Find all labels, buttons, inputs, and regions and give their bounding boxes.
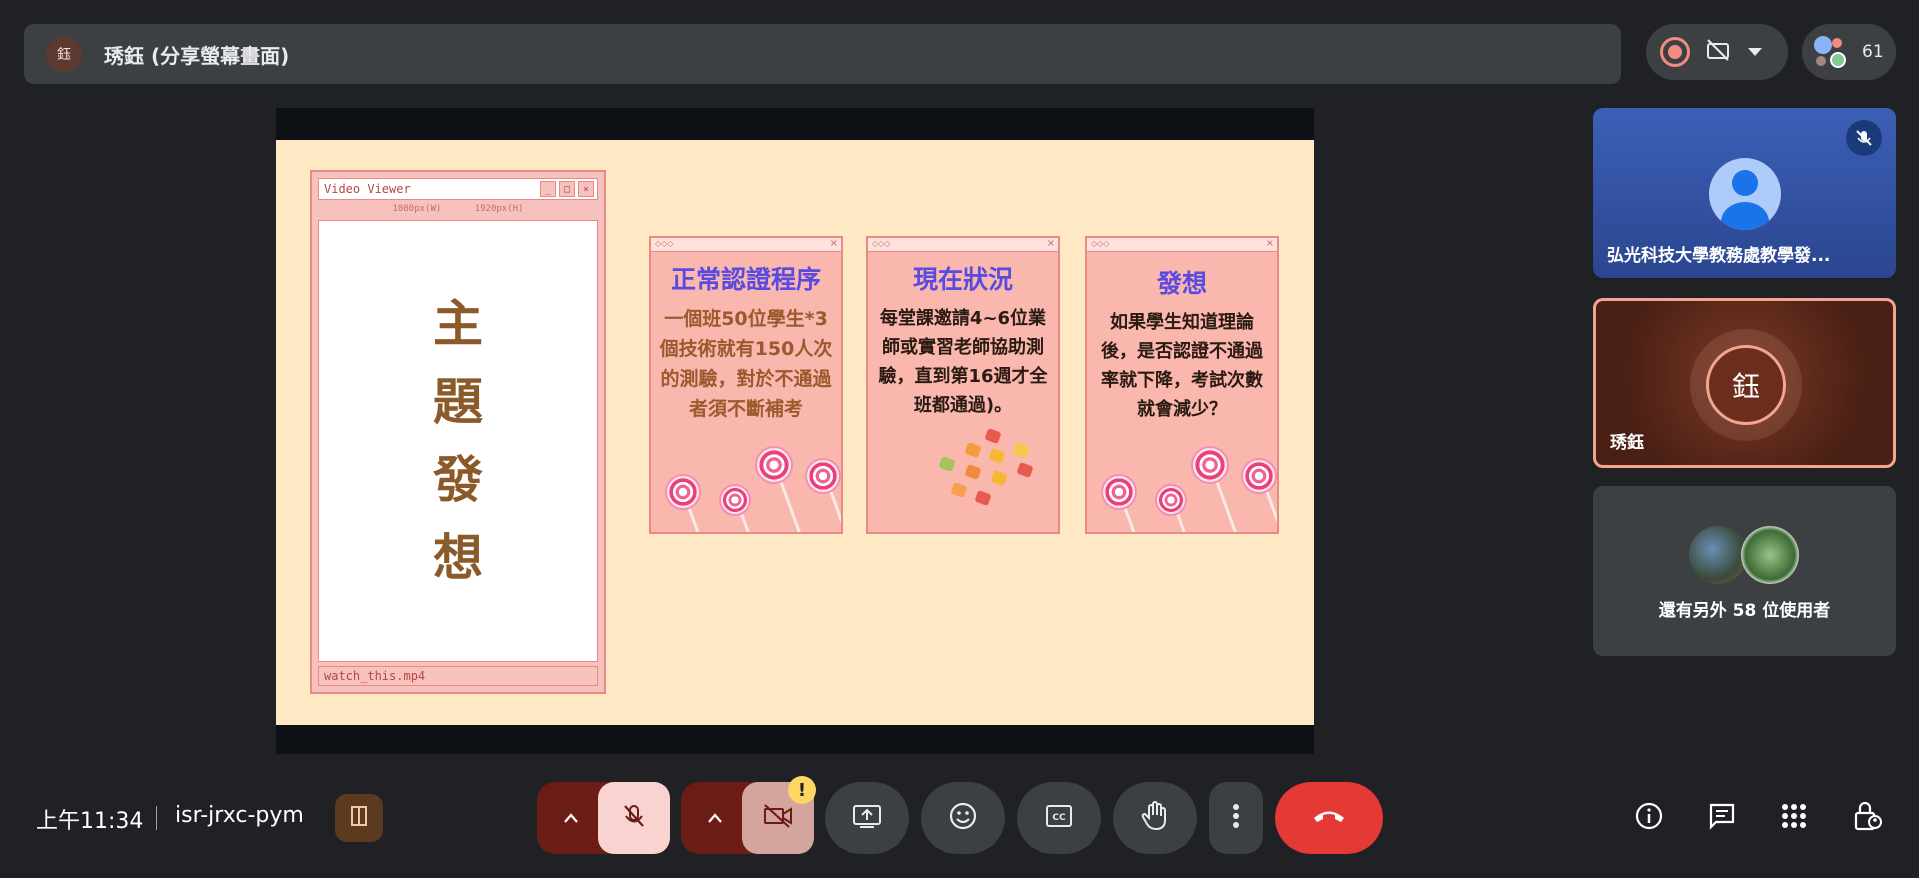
lollipop-icon (1155, 484, 1187, 516)
lollipop-icon (1241, 458, 1277, 494)
card-title: 發想 (1156, 269, 1207, 298)
hand-icon (1140, 800, 1170, 836)
presenter-bar: 鈺 琇鈺 (分享螢幕畫面) (24, 24, 1621, 84)
card-idea: ◇◇◇ 發想 如果學生知道理論後，是否認證不通過率就下降，考試次數就會減少？ (1085, 236, 1279, 534)
viewer-screen: 主 題 發 想 (318, 220, 598, 662)
chat-button[interactable] (1700, 796, 1744, 840)
presenter-label: 琇鈺 (分享螢幕畫面) (104, 43, 290, 68)
meeting-details-button[interactable] (1627, 796, 1671, 840)
other-avatars (1689, 526, 1801, 586)
record-icon[interactable] (1660, 37, 1690, 67)
mic-off-icon (1846, 120, 1882, 156)
chevron-down-icon[interactable] (1746, 43, 1764, 62)
lollipop-icon (1191, 446, 1229, 484)
camera-warning-badge: ! (788, 776, 816, 804)
meet-window: 鈺 琇鈺 (分享螢幕畫面) 61 Video Viewer _ □ × 1080… (0, 0, 1919, 878)
mic-off-icon (619, 801, 649, 835)
card-titlebar: ◇◇◇ (868, 238, 1058, 252)
participants-icon (1812, 34, 1848, 70)
lollipop-icon (719, 484, 751, 516)
participant-tile-host[interactable]: 弘光科技大學教務處教學發... (1593, 108, 1896, 278)
other-participants-tile[interactable]: 還有另外 58 位使用者 (1593, 486, 1896, 656)
avatar (1689, 526, 1747, 584)
theme-char: 發 (433, 450, 483, 509)
host-controls-button[interactable] (1845, 796, 1889, 840)
present-icon (851, 802, 883, 834)
activities-button[interactable] (1772, 796, 1816, 840)
meeting-clock: 上午11:34 (36, 809, 144, 834)
participant-count: 61 (1862, 42, 1884, 62)
apps-grid-icon (1780, 802, 1808, 834)
reactions-button[interactable] (921, 782, 1005, 854)
participant-name: 弘光科技大學教務處教學發... (1607, 246, 1831, 266)
hang-up-icon (1311, 807, 1347, 829)
mic-control-group (537, 782, 670, 854)
viewer-filename: watch_this.mp4 (318, 666, 598, 686)
divider (156, 806, 157, 830)
person-avatar-icon (1709, 158, 1781, 230)
leave-call-button[interactable] (1275, 782, 1383, 854)
speaking-indicator: 鈺 (1690, 329, 1802, 441)
door-icon (347, 804, 371, 832)
camera-options-button[interactable] (681, 782, 749, 854)
card-body: 如果學生知道理論後，是否認證不通過率就下降，考試次數就會減少？ (1101, 312, 1263, 420)
emoji-icon (948, 801, 978, 835)
card-titlebar: ◇◇◇ (651, 238, 841, 252)
window-buttons: _ □ × (540, 181, 594, 197)
more-options-button[interactable] (1209, 782, 1263, 854)
maximize-icon: □ (559, 181, 575, 197)
card-title: 正常認證程序 (670, 265, 821, 294)
theme-char: 主 (433, 294, 483, 353)
viewer-dimensions: 1080px(W) 1920px(H) (392, 204, 524, 214)
info-icon (1634, 801, 1664, 835)
lollipop-icon (665, 474, 701, 510)
minimize-icon: _ (540, 181, 556, 197)
lollipop-icon (805, 458, 841, 494)
participant-tile-self[interactable]: 鈺 琇鈺 (1593, 298, 1896, 468)
lollipop-icon (755, 446, 793, 484)
recording-controls[interactable] (1646, 24, 1788, 80)
video-viewer-window: Video Viewer _ □ × 1080px(W) 1920px(H) 主… (310, 170, 606, 694)
no-camera-icon[interactable] (1704, 36, 1732, 68)
mic-options-button[interactable] (537, 782, 605, 854)
captions-icon: CC (1044, 803, 1074, 833)
theme-char: 想 (433, 528, 483, 587)
card-body: 每堂課邀請4~6位業師或實習老師協助測驗，直到第16週才全班都通過)。 (878, 308, 1048, 416)
others-count-label: 還有另外 58 位使用者 (1658, 601, 1831, 621)
viewer-title: Video Viewer (324, 182, 411, 196)
lock-person-icon (1852, 800, 1882, 836)
meeting-code: isr-jrxc-pym (175, 803, 304, 828)
captions-button[interactable]: CC (1017, 782, 1101, 854)
card-title: 現在狀況 (912, 265, 1013, 294)
raise-hand-button[interactable] (1113, 782, 1197, 854)
card-normal-process: ◇◇◇ 正常認證程序 一個班50位學生*3個技術就有150人次的測驗，對於不通過… (649, 236, 843, 534)
avatar (1741, 526, 1799, 584)
people-button[interactable]: 61 (1802, 24, 1896, 80)
svg-text:CC: CC (1052, 813, 1066, 823)
mic-toggle-button[interactable] (598, 782, 670, 854)
camera-off-icon (761, 801, 795, 835)
chat-icon (1707, 801, 1737, 835)
card-body: 一個班50位學生*3個技術就有150人次的測驗，對於不通過者須不斷補考 (659, 308, 833, 420)
theme-char: 題 (433, 372, 483, 431)
close-icon: × (578, 181, 594, 197)
presenter-avatar: 鈺 (46, 36, 82, 72)
present-screen-button[interactable] (825, 782, 909, 854)
lollipop-icon (1101, 474, 1137, 510)
card-current-status: ◇◇◇ 現在狀況 每堂課邀請4~6位業師或實習老師協助測驗，直到第16週才全班都… (866, 236, 1060, 534)
viewer-titlebar: Video Viewer _ □ × (318, 178, 598, 200)
shared-slide: Video Viewer _ □ × 1080px(W) 1920px(H) 主… (276, 140, 1314, 725)
participant-avatar: 鈺 (1706, 345, 1786, 425)
participant-name: 琇鈺 (1610, 433, 1644, 453)
more-vert-icon (1232, 802, 1240, 834)
card-titlebar: ◇◇◇ (1087, 238, 1277, 252)
activity-button[interactable] (335, 794, 383, 842)
